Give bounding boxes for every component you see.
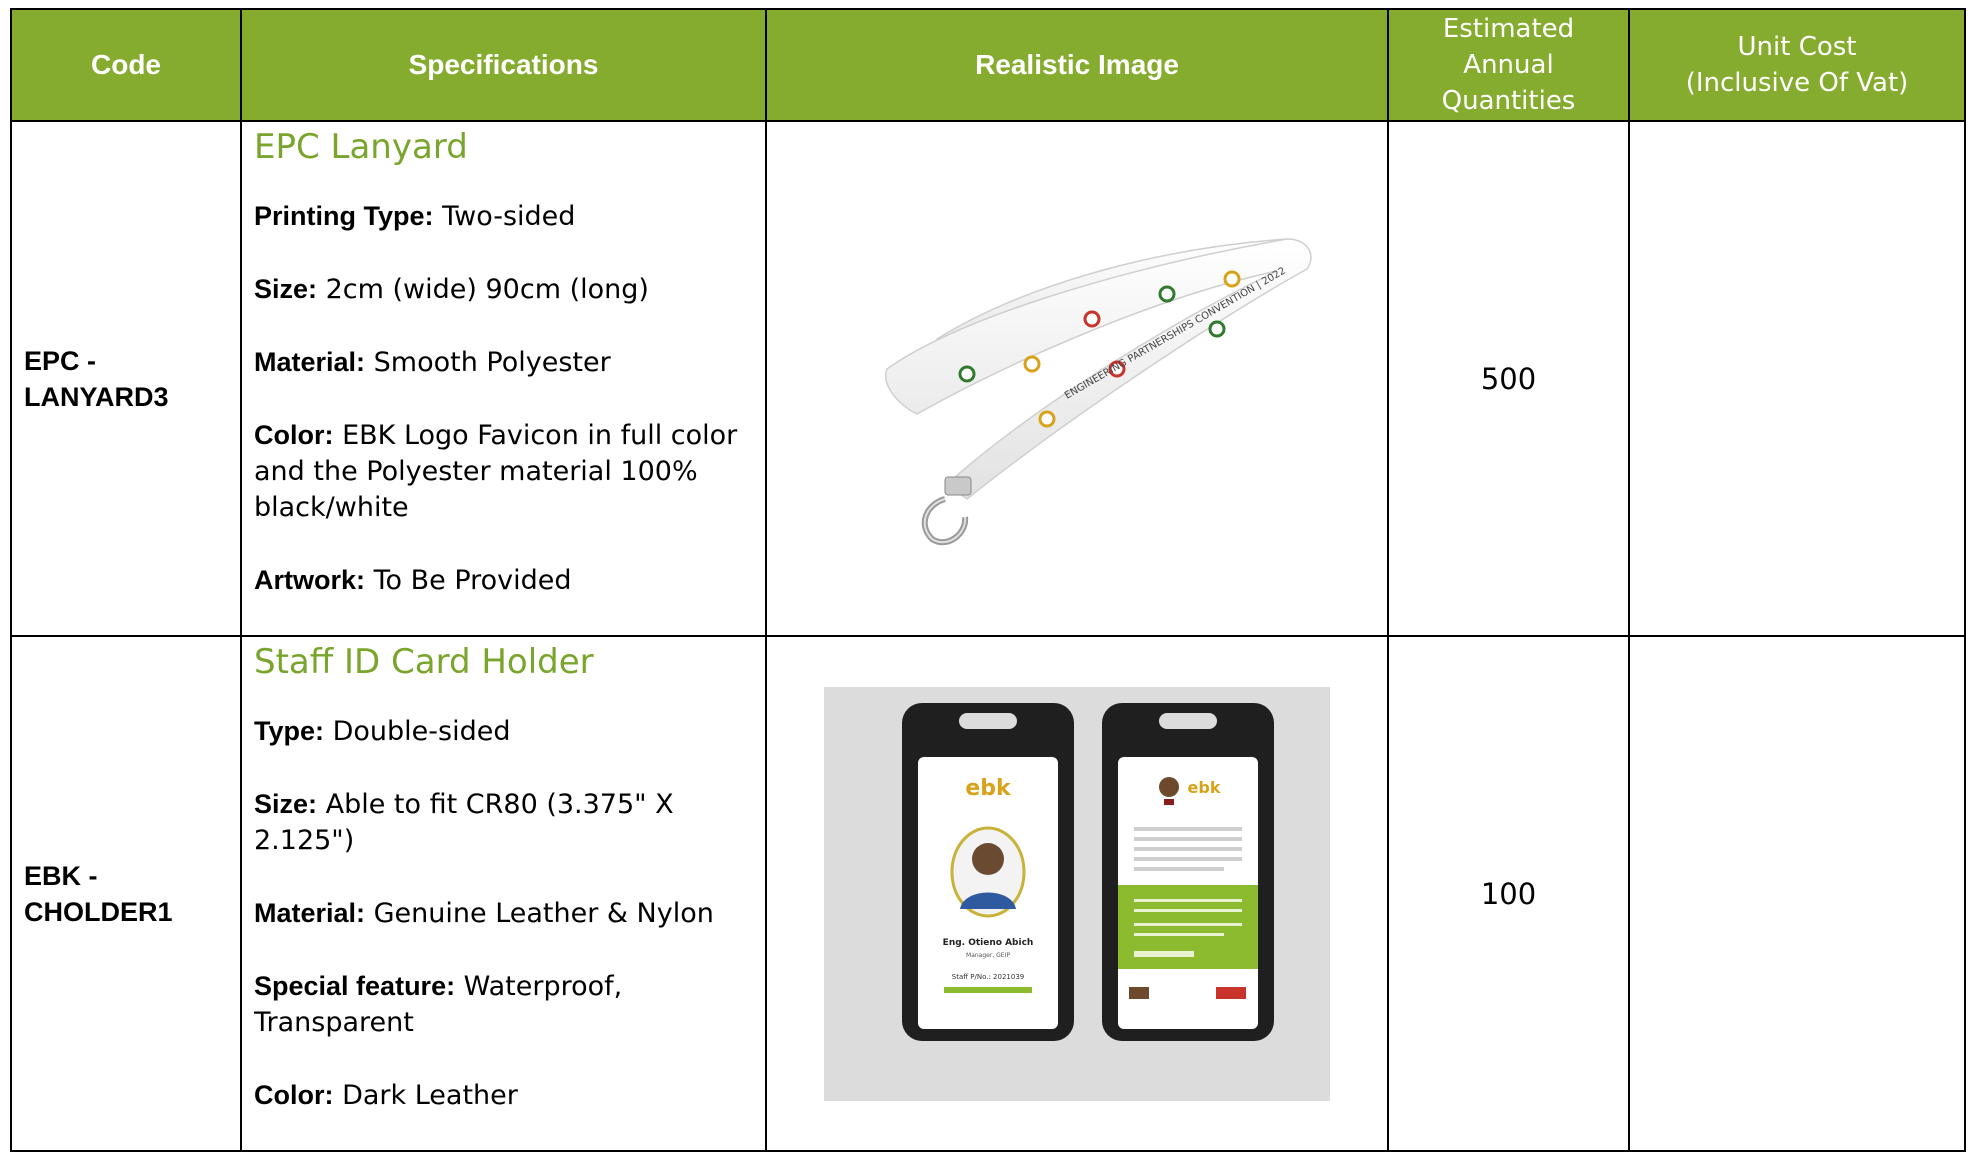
header-code: Code	[10, 8, 242, 122]
spec-key: Material:	[254, 898, 366, 928]
quantity-cell: 100	[1387, 635, 1630, 1152]
image-cell: ebk Eng. Otieno Abich Manager, GEIP Staf…	[765, 635, 1389, 1152]
header-cost-line2: (Inclusive Of Vat)	[1685, 68, 1909, 98]
spec-color: Color: Dark Leather	[254, 1077, 755, 1114]
image-cell: ENGINEERING PARTNERSHIPS CONVENTION | 20…	[765, 120, 1389, 637]
card-role: Manager, GEIP	[966, 952, 1010, 959]
card-staff-no: Staff P/No.: 2021039	[952, 973, 1025, 981]
spec-value: Double-sided	[324, 716, 511, 747]
spec-key: Color:	[254, 420, 334, 450]
item-title: EPC Lanyard	[254, 127, 468, 167]
spec-key: Size:	[254, 274, 318, 304]
svg-text:ebk: ebk	[1188, 778, 1221, 797]
code-line2: LANYARD3	[24, 381, 169, 412]
spec-printing-type: Printing Type: Two-sided	[254, 198, 755, 235]
code-cell: EBK - CHOLDER1	[10, 635, 242, 1152]
header-specifications: Specifications	[240, 8, 767, 122]
table-row: EPC - LANYARD3 EPC Lanyard Printing Type…	[10, 120, 1966, 637]
spec-key: Special feature:	[254, 971, 456, 1001]
spec-key: Color:	[254, 1080, 334, 1110]
unit-cost-cell	[1628, 635, 1966, 1152]
spec-key: Artwork:	[254, 565, 366, 595]
spec-color: Color: EBK Logo Favicon in full color an…	[254, 417, 755, 526]
code-line1: EBK -	[24, 860, 98, 891]
spec-value: Two-sided	[433, 201, 576, 232]
id-card-holder-image: ebk Eng. Otieno Abich Manager, GEIP Staf…	[824, 686, 1330, 1101]
spec-size: Size: 2cm (wide) 90cm (long)	[254, 271, 755, 308]
header-cost-line1: Unit Cost	[1737, 32, 1857, 62]
spec-material: Material: Genuine Leather & Nylon	[254, 895, 755, 932]
header-quantities: Estimated Annual Quantities	[1387, 8, 1630, 122]
lanyard-clip-icon	[921, 476, 972, 545]
spec-value: Smooth Polyester	[365, 347, 611, 378]
header-qty-line1: Estimated	[1442, 14, 1575, 44]
spec-key: Type:	[254, 716, 325, 746]
spec-value: Genuine Leather & Nylon	[365, 898, 714, 929]
header-unit-cost: Unit Cost (Inclusive Of Vat)	[1628, 8, 1966, 122]
spec-cell: Staff ID Card Holder Type: Double-sided …	[240, 635, 767, 1152]
card-name: Eng. Otieno Abich	[943, 938, 1034, 948]
spec-size: Size: Able to fit CR80 (3.375" X 2.125")	[254, 786, 755, 859]
spec-cell: EPC Lanyard Printing Type: Two-sided Siz…	[240, 120, 767, 637]
spec-key: Size:	[254, 789, 318, 819]
spec-value: 2cm (wide) 90cm (long)	[317, 274, 649, 305]
quantity-cell: 500	[1387, 120, 1630, 637]
lanyard-image: ENGINEERING PARTNERSHIPS CONVENTION | 20…	[885, 237, 1312, 545]
table-row: EBK - CHOLDER1 Staff ID Card Holder Type…	[10, 635, 1966, 1152]
back-card-holder: ebk	[1102, 702, 1274, 1041]
spec-value: To Be Provided	[365, 565, 572, 596]
header-qty-line2: Annual	[1463, 50, 1554, 80]
front-card-holder: ebk Eng. Otieno Abich Manager, GEIP Staf…	[902, 702, 1074, 1041]
spec-key: Material:	[254, 347, 366, 377]
procurement-table: Code Specifications Realistic Image Esti…	[10, 8, 1966, 1152]
code-cell: EPC - LANYARD3	[10, 120, 242, 637]
item-title: Staff ID Card Holder	[254, 642, 594, 682]
spec-artwork: Artwork: To Be Provided	[254, 562, 755, 599]
spec-type: Type: Double-sided	[254, 713, 755, 750]
spec-material: Material: Smooth Polyester	[254, 344, 755, 381]
svg-text:ebk: ebk	[965, 776, 1012, 801]
spec-key: Printing Type:	[254, 201, 434, 231]
unit-cost-cell	[1628, 120, 1966, 637]
code-line1: EPC -	[24, 345, 97, 376]
code-line2: CHOLDER1	[24, 896, 173, 927]
header-qty-line3: Quantities	[1441, 86, 1576, 116]
header-realistic-image: Realistic Image	[765, 8, 1389, 122]
spec-value: Able to fit CR80 (3.375" X 2.125")	[254, 789, 674, 856]
spec-value: Dark Leather	[333, 1080, 518, 1111]
spec-special-feature: Special feature: Waterproof, Transparent	[254, 968, 755, 1041]
header-row: Code Specifications Realistic Image Esti…	[10, 8, 1966, 122]
